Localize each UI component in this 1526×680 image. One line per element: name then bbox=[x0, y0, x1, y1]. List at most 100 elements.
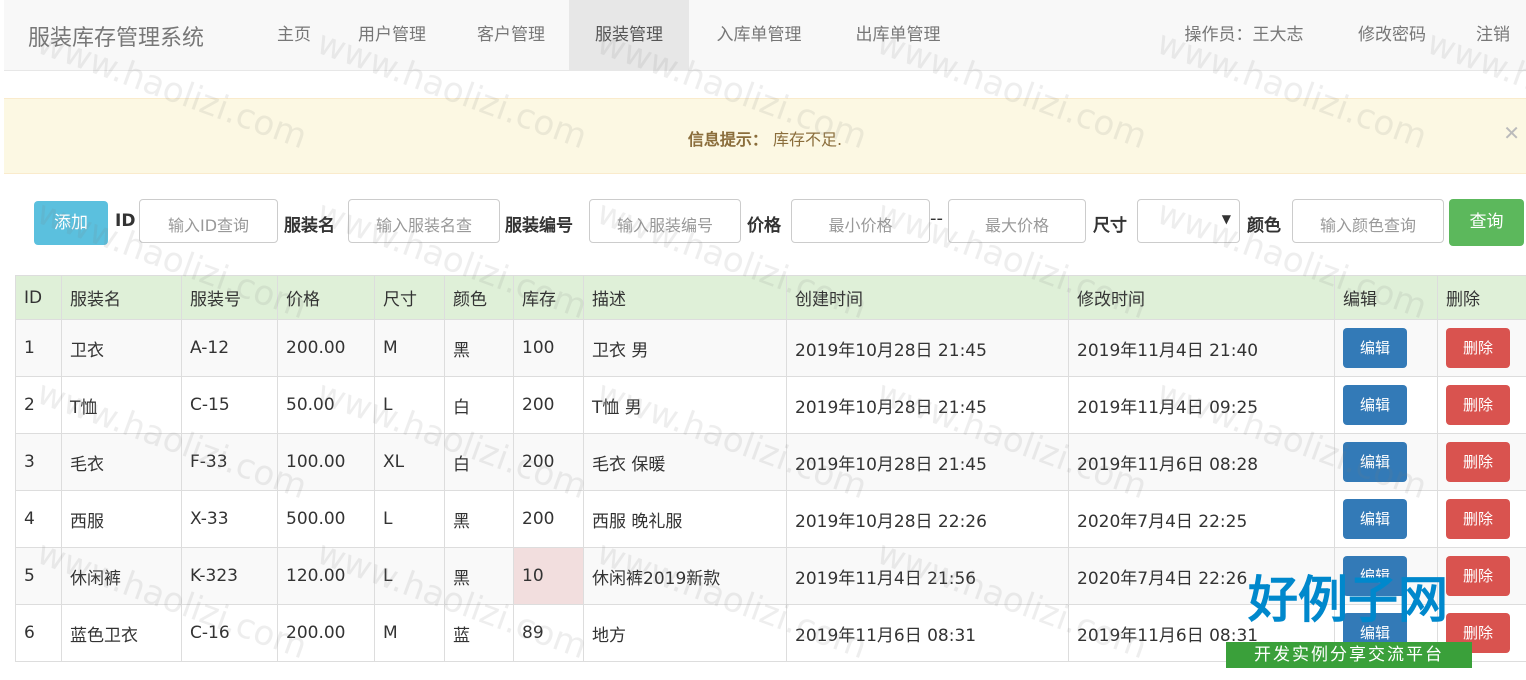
delete-button[interactable]: 删除 bbox=[1446, 385, 1510, 425]
cell-created: 2019年10月28日 21:45 bbox=[786, 376, 1069, 434]
alert-label: 信息提示： bbox=[687, 130, 768, 149]
cell-size: L bbox=[374, 376, 445, 434]
table-header-row: ID 服装名 服装号 价格 尺寸 颜色 库存 描述 创建时间 修改时间 编辑 删… bbox=[15, 275, 1526, 320]
cell-edit: 编辑 bbox=[1334, 433, 1438, 491]
nav-inbound[interactable]: 入库单管理 bbox=[697, 0, 821, 70]
cell-color: 黑 bbox=[444, 547, 514, 605]
cell-color: 白 bbox=[444, 433, 514, 491]
table-row: 1 卫衣 A-12 200.00 M 黑 100 卫衣 男 2019年10月28日 21:45 2… bbox=[15, 319, 1526, 377]
delete-button[interactable]: 删除 bbox=[1446, 328, 1510, 368]
cell-description: 西服 晚礼服 bbox=[583, 490, 787, 548]
cell-name: 休闲裤 bbox=[61, 547, 182, 605]
code-search-input[interactable]: 输入服装编号 bbox=[589, 199, 741, 243]
cell-size: L bbox=[374, 490, 445, 548]
cell-name: 卫衣 bbox=[61, 319, 182, 377]
cell-created: 2019年11月6日 08:31 bbox=[786, 604, 1069, 662]
nav-customers[interactable]: 客户管理 bbox=[459, 0, 563, 70]
table-row: 4 西服 X-33 500.00 L 黑 200 西服 晚礼服 2019年10月28日 22:2… bbox=[15, 490, 1526, 548]
cell-modified: 2019年11月6日 08:28 bbox=[1068, 433, 1335, 491]
header-stock: 库存 bbox=[513, 275, 584, 320]
price-range-dash: -- bbox=[930, 208, 943, 229]
cell-price: 500.00 bbox=[277, 490, 375, 548]
header-color: 颜色 bbox=[444, 275, 514, 320]
nav-users[interactable]: 用户管理 bbox=[340, 0, 444, 70]
cell-delete: 删除 bbox=[1437, 490, 1526, 548]
cell-size: M bbox=[374, 604, 445, 662]
size-label: 尺寸 bbox=[1093, 216, 1127, 236]
cell-stock: 200 bbox=[513, 433, 584, 491]
cell-color: 白 bbox=[444, 376, 514, 434]
nav-clothing[interactable]: 服装管理 bbox=[569, 0, 689, 70]
cell-code: K-323 bbox=[181, 547, 278, 605]
size-select[interactable]: ▼ bbox=[1137, 199, 1240, 243]
chevron-down-icon: ▼ bbox=[1221, 212, 1231, 226]
max-price-input[interactable]: 最大价格 bbox=[948, 199, 1086, 243]
cell-size: M bbox=[374, 319, 445, 377]
cell-stock: 89 bbox=[513, 604, 584, 662]
cell-created: 2019年10月28日 22:26 bbox=[786, 490, 1069, 548]
header-delete: 删除 bbox=[1437, 275, 1526, 320]
price-label: 价格 bbox=[747, 216, 781, 236]
edit-button[interactable]: 编辑 bbox=[1343, 385, 1407, 425]
logo-title: 好例子网 bbox=[1248, 571, 1448, 629]
cell-edit: 编辑 bbox=[1334, 376, 1438, 434]
query-button[interactable]: 查询 bbox=[1449, 199, 1524, 246]
edit-button[interactable]: 编辑 bbox=[1343, 442, 1407, 482]
cell-modified: 2019年11月4日 09:25 bbox=[1068, 376, 1335, 434]
cell-description: 毛衣 保暖 bbox=[583, 433, 787, 491]
cell-description: T恤 男 bbox=[583, 376, 787, 434]
logout-link[interactable]: 注销 bbox=[1460, 0, 1526, 70]
header-size: 尺寸 bbox=[374, 275, 445, 320]
cell-price: 120.00 bbox=[277, 547, 375, 605]
warning-alert: 信息提示： 库存不足. ✕ bbox=[4, 98, 1526, 174]
header-name: 服装名 bbox=[61, 275, 182, 320]
cell-edit: 编辑 bbox=[1334, 319, 1438, 377]
delete-button[interactable]: 删除 bbox=[1446, 499, 1510, 539]
cell-id: 6 bbox=[15, 604, 62, 662]
cell-delete: 删除 bbox=[1437, 319, 1526, 377]
table-row: 2 T恤 C-15 50.00 L 白 200 T恤 男 2019年10月28日 21:45 20… bbox=[15, 376, 1526, 434]
cell-delete: 删除 bbox=[1437, 433, 1526, 491]
edit-button[interactable]: 编辑 bbox=[1343, 499, 1407, 539]
id-search-input[interactable]: 输入ID查询 bbox=[139, 199, 278, 243]
add-button[interactable]: 添加 bbox=[34, 201, 108, 245]
id-label: ID bbox=[115, 211, 136, 231]
cell-size: L bbox=[374, 547, 445, 605]
nav-home[interactable]: 主页 bbox=[260, 0, 328, 70]
header-edit: 编辑 bbox=[1334, 275, 1438, 320]
cell-created: 2019年10月28日 21:45 bbox=[786, 433, 1069, 491]
close-icon[interactable]: ✕ bbox=[1503, 121, 1520, 145]
cell-code: X-33 bbox=[181, 490, 278, 548]
cell-code: A-12 bbox=[181, 319, 278, 377]
edit-button[interactable]: 编辑 bbox=[1343, 328, 1407, 368]
min-price-input[interactable]: 最小价格 bbox=[791, 199, 930, 243]
table-row: 3 毛衣 F-33 100.00 XL 白 200 毛衣 保暖 2019年10月28日 21:4… bbox=[15, 433, 1526, 491]
cell-color: 蓝 bbox=[444, 604, 514, 662]
cell-price: 50.00 bbox=[277, 376, 375, 434]
cell-color: 黑 bbox=[444, 490, 514, 548]
cell-name: 西服 bbox=[61, 490, 182, 548]
code-label: 服装编号 bbox=[505, 216, 573, 236]
cell-stock: 200 bbox=[513, 490, 584, 548]
navbar: 服装库存管理系统 主页 用户管理 客户管理 服装管理 入库单管理 出库单管理 操… bbox=[4, 0, 1526, 71]
cell-id: 4 bbox=[15, 490, 62, 548]
name-search-input[interactable]: 输入服装名查 bbox=[348, 199, 500, 243]
cell-price: 200.00 bbox=[277, 604, 375, 662]
color-search-input[interactable]: 输入颜色查询 bbox=[1292, 199, 1444, 243]
cell-created: 2019年11月4日 21:56 bbox=[786, 547, 1069, 605]
brand-title[interactable]: 服装库存管理系统 bbox=[28, 20, 204, 52]
cell-name: 蓝色卫衣 bbox=[61, 604, 182, 662]
cell-modified: 2020年7月4日 22:25 bbox=[1068, 490, 1335, 548]
cell-created: 2019年10月28日 21:45 bbox=[786, 319, 1069, 377]
delete-button[interactable]: 删除 bbox=[1446, 442, 1510, 482]
change-password-link[interactable]: 修改密码 bbox=[1342, 0, 1442, 70]
cell-id: 2 bbox=[15, 376, 62, 434]
header-id: ID bbox=[15, 275, 62, 320]
nav-outbound[interactable]: 出库单管理 bbox=[836, 0, 960, 70]
cell-delete: 删除 bbox=[1437, 376, 1526, 434]
cell-description: 卫衣 男 bbox=[583, 319, 787, 377]
cell-code: C-15 bbox=[181, 376, 278, 434]
cell-color: 黑 bbox=[444, 319, 514, 377]
header-code: 服装号 bbox=[181, 275, 278, 320]
header-price: 价格 bbox=[277, 275, 375, 320]
